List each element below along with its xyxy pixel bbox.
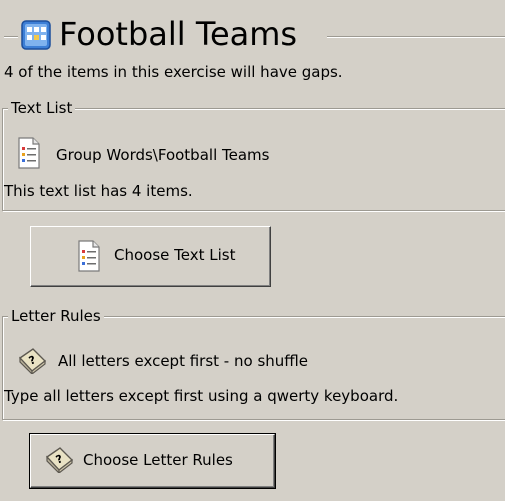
choose-text-list-label: Choose Text List xyxy=(114,246,236,264)
text-list-group: Text List Group Words\Football Teams Thi… xyxy=(2,99,505,211)
title-divider-left xyxy=(4,36,18,38)
page-title: Football Teams xyxy=(59,15,298,53)
text-list-path: Group Words\Football Teams xyxy=(56,146,270,164)
gap-count-text: 4 of the items in this exercise will hav… xyxy=(4,63,343,81)
question-key-icon: ? xyxy=(17,346,47,378)
text-list-item-count: This text list has 4 items. xyxy=(4,182,193,200)
letter-rule-name: All letters except first - no shuffle xyxy=(58,352,308,370)
text-list-legend: Text List xyxy=(8,99,76,117)
word-grid-icon xyxy=(21,20,51,50)
choose-letter-rules-label: Choose Letter Rules xyxy=(83,451,233,469)
exercise-settings-panel: { "header": { "title": "Football Teams",… xyxy=(0,0,505,501)
text-list-document-icon xyxy=(17,137,41,173)
letter-rules-legend: Letter Rules xyxy=(8,307,104,325)
question-key-icon: ? xyxy=(44,445,74,477)
title-header: Football Teams xyxy=(0,14,505,56)
choose-letter-rules-button[interactable]: ? Choose Letter Rules xyxy=(29,433,276,489)
text-list-document-icon xyxy=(77,240,101,276)
choose-text-list-button[interactable]: Choose Text List xyxy=(30,226,271,287)
letter-rules-group: Letter Rules ? All letters except first … xyxy=(2,307,505,420)
letter-rule-description: Type all letters except first using a qw… xyxy=(4,387,399,405)
title-divider-right xyxy=(327,36,505,38)
